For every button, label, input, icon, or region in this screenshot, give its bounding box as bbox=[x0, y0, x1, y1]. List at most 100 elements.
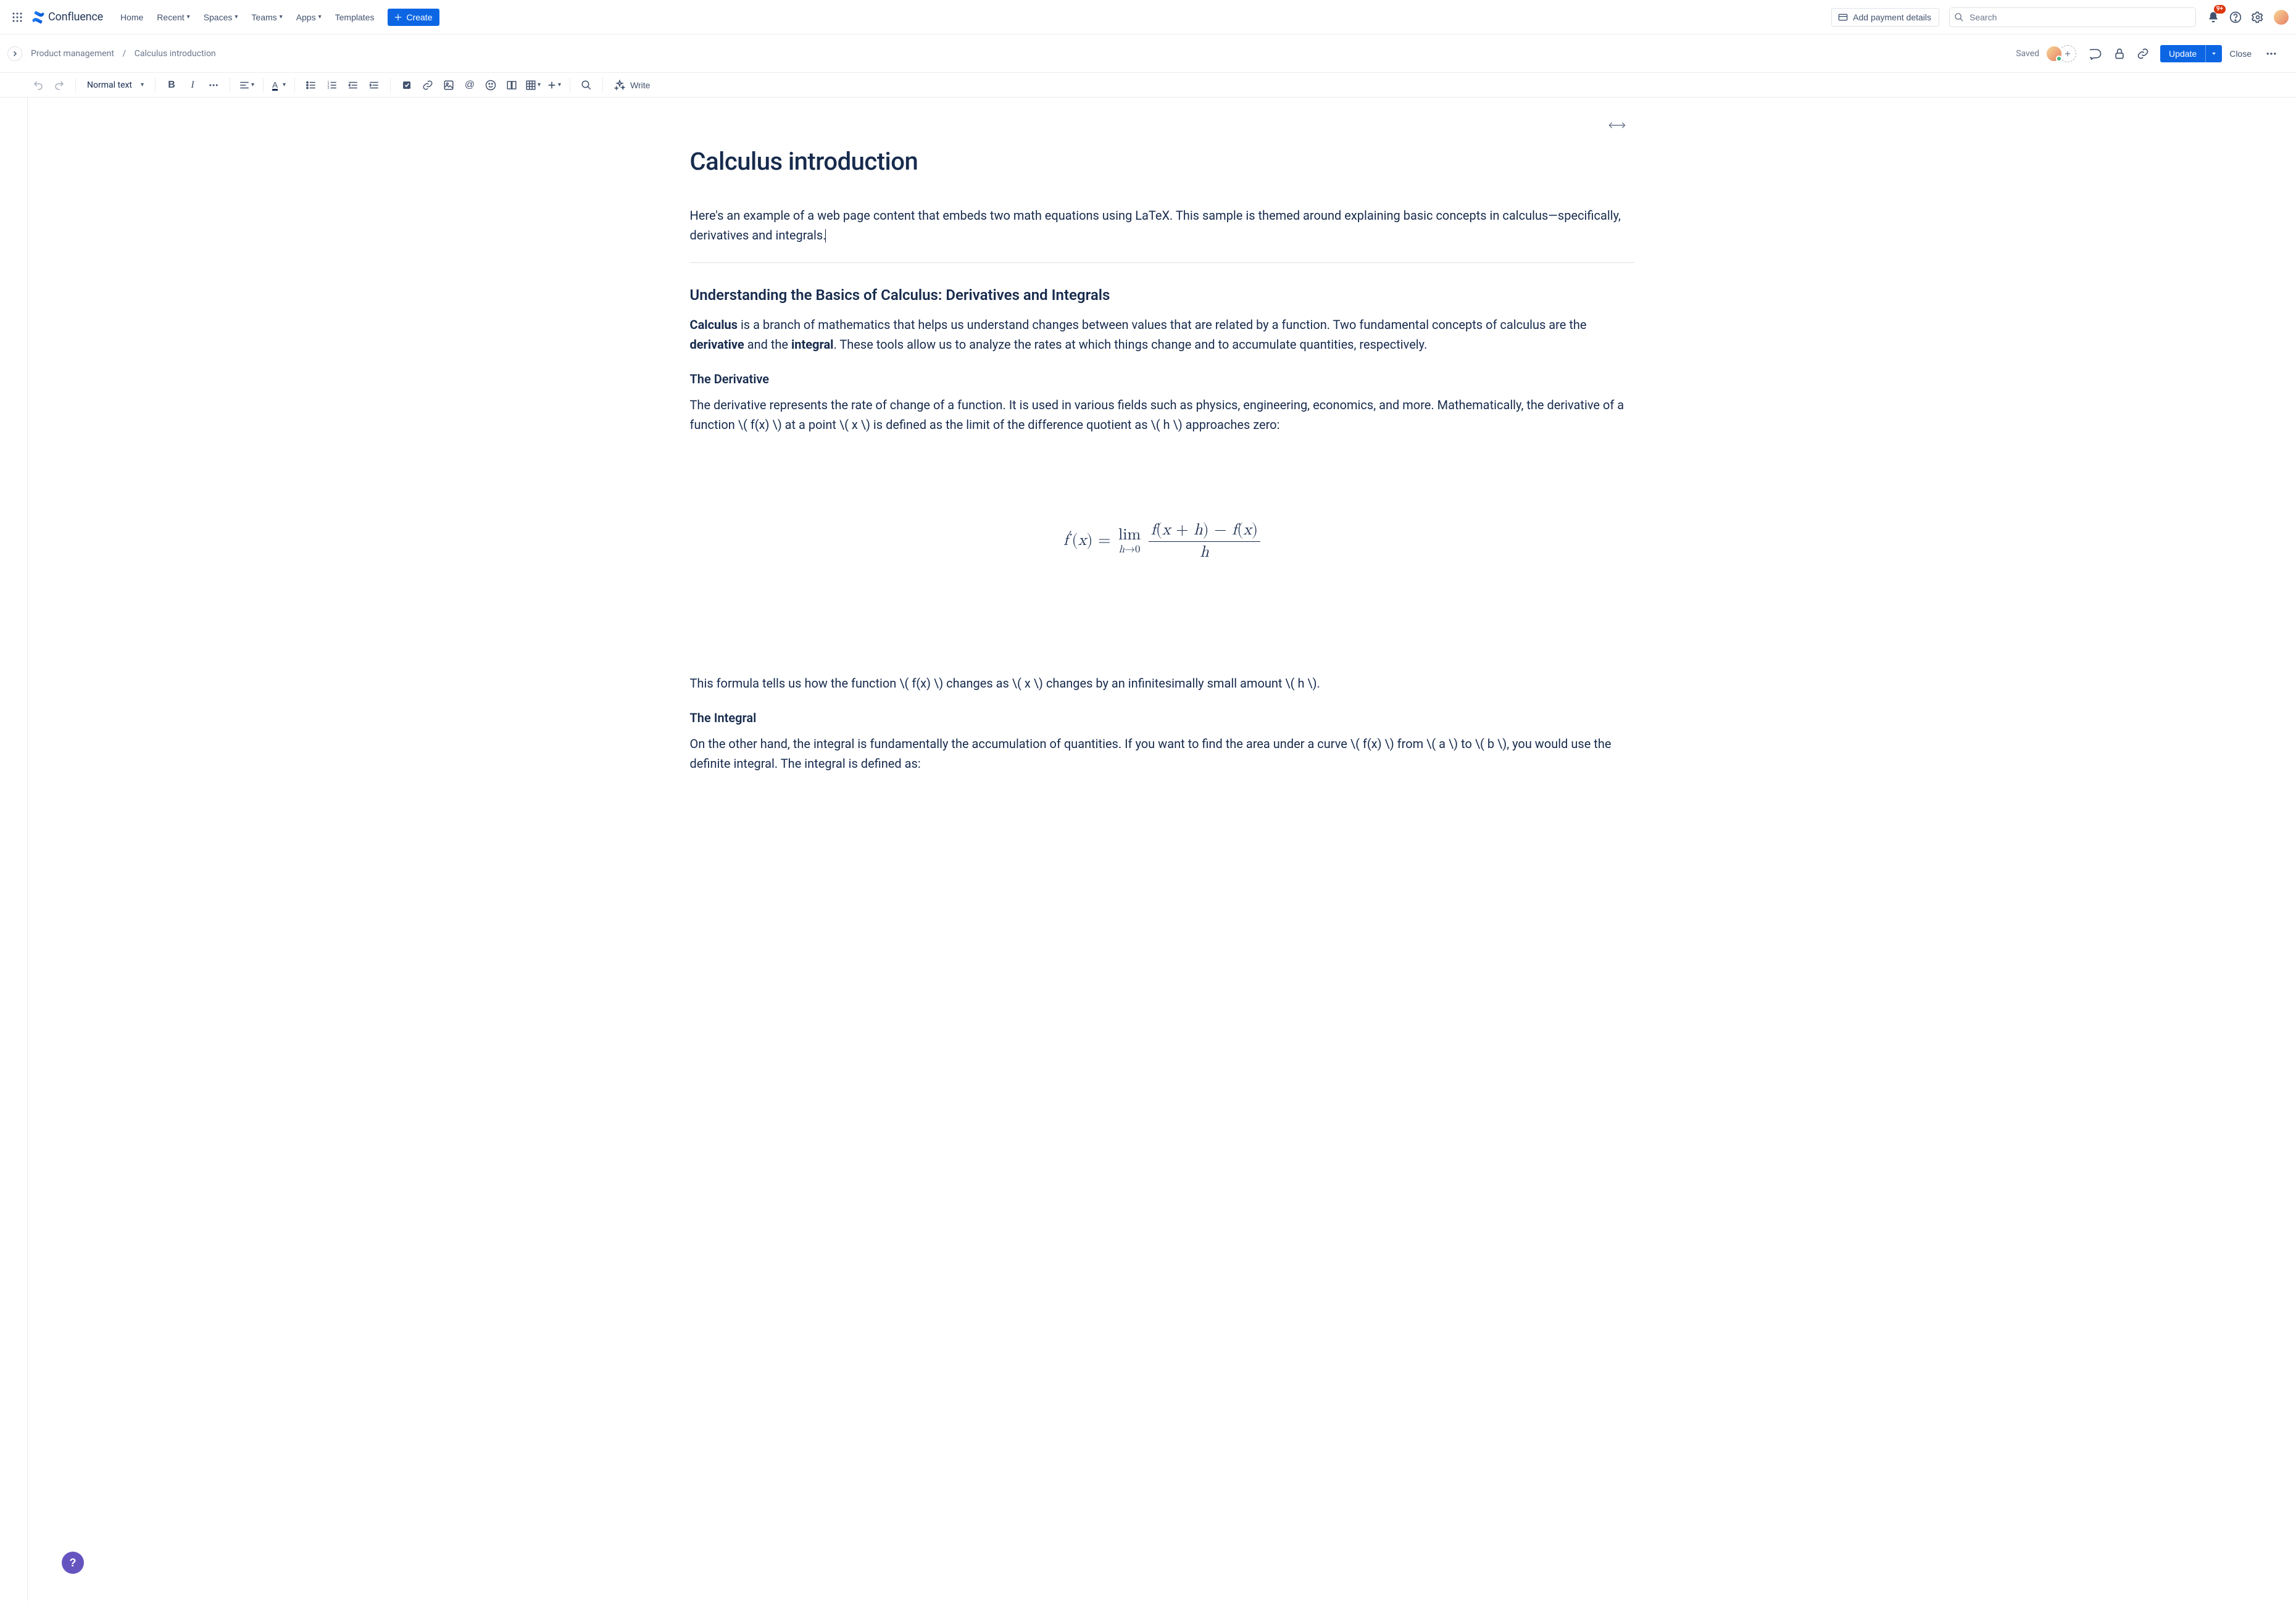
image-icon bbox=[443, 80, 454, 91]
subsection-heading[interactable]: The Integral bbox=[690, 710, 1634, 725]
text-cursor bbox=[825, 229, 826, 243]
nav-templates[interactable]: Templates bbox=[329, 9, 381, 26]
chevron-right-icon bbox=[11, 50, 19, 57]
intro-paragraph[interactable]: Here's an example of a web page content … bbox=[690, 206, 1634, 245]
text-style-select[interactable]: Normal text ▾ bbox=[82, 78, 149, 93]
more-formatting-button[interactable] bbox=[204, 75, 223, 95]
chevron-down-icon: ▾ bbox=[251, 81, 254, 88]
plus-icon bbox=[2063, 49, 2072, 58]
align-button[interactable]: ▾ bbox=[236, 75, 257, 95]
layouts-button[interactable] bbox=[502, 75, 522, 95]
emoji-icon bbox=[485, 80, 496, 91]
close-button[interactable]: Close bbox=[2222, 45, 2259, 62]
chevron-down-icon: ▾ bbox=[558, 81, 561, 88]
more-horizontal-icon bbox=[208, 80, 219, 91]
search-icon bbox=[1954, 12, 1964, 22]
redo-button[interactable] bbox=[49, 75, 69, 95]
undo-button[interactable] bbox=[28, 75, 48, 95]
image-button[interactable] bbox=[439, 75, 459, 95]
body-paragraph[interactable]: This formula tells us how the function \… bbox=[690, 673, 1634, 693]
divider bbox=[690, 262, 1634, 263]
help-icon bbox=[2229, 11, 2242, 23]
comments-button[interactable] bbox=[2086, 44, 2106, 64]
link-button[interactable] bbox=[418, 75, 438, 95]
text-color-button[interactable]: A ▾ bbox=[270, 75, 288, 95]
help-fab[interactable]: ? bbox=[62, 1552, 84, 1574]
page-title[interactable]: Calculus introduction bbox=[690, 147, 1634, 176]
numbered-list-icon: 123 bbox=[327, 80, 338, 91]
chevron-down-icon: ▾ bbox=[280, 14, 283, 20]
nav-apps[interactable]: Apps▾ bbox=[290, 9, 328, 26]
mention-button[interactable]: @ bbox=[460, 75, 480, 95]
numbered-list-button[interactable]: 123 bbox=[322, 75, 342, 95]
question-icon: ? bbox=[70, 1557, 77, 1570]
add-payment-button[interactable]: Add payment details bbox=[1831, 8, 1939, 27]
find-replace-button[interactable] bbox=[576, 75, 596, 95]
breadcrumb-space[interactable]: Product management bbox=[31, 49, 114, 59]
body-paragraph[interactable]: The derivative represents the rate of ch… bbox=[690, 395, 1634, 435]
brand-name: Confluence bbox=[48, 10, 103, 23]
expand-sidebar-button[interactable] bbox=[7, 46, 22, 61]
more-horizontal-icon bbox=[2265, 48, 2277, 60]
bold-button[interactable]: B bbox=[162, 75, 181, 95]
equation-block[interactable]: f′(x) = lim h→0 f(x + h) − f(x) h bbox=[690, 521, 1634, 562]
editor-avatar[interactable] bbox=[2045, 45, 2063, 62]
body-paragraph[interactable]: On the other hand, the integral is funda… bbox=[690, 734, 1634, 773]
italic-icon: I bbox=[191, 80, 194, 91]
chevron-down-icon: ▾ bbox=[538, 81, 541, 88]
outdent-button[interactable] bbox=[343, 75, 363, 95]
layouts-icon bbox=[506, 80, 517, 91]
indent-icon bbox=[368, 80, 380, 91]
search-input[interactable] bbox=[1949, 7, 2196, 27]
indent-button[interactable] bbox=[364, 75, 384, 95]
confluence-logo[interactable]: Confluence bbox=[30, 10, 107, 25]
outdent-icon bbox=[347, 80, 359, 91]
more-actions-button[interactable] bbox=[2261, 44, 2281, 64]
credit-card-icon bbox=[1838, 12, 1848, 22]
editor-scroll[interactable]: Calculus introduction Here's an example … bbox=[0, 98, 2296, 1601]
breadcrumb-page[interactable]: Calculus introduction bbox=[135, 49, 216, 59]
nav-recent[interactable]: Recent▾ bbox=[151, 9, 196, 26]
insert-button[interactable]: ▾ bbox=[544, 75, 564, 95]
lock-icon bbox=[2113, 48, 2126, 60]
app-switcher-icon[interactable] bbox=[7, 7, 27, 27]
chevron-down-icon: ▾ bbox=[141, 81, 144, 88]
subsection-heading[interactable]: The Derivative bbox=[690, 372, 1634, 386]
plus-icon bbox=[394, 13, 402, 22]
top-nav: Confluence Home Recent▾ Spaces▾ Teams▾ A… bbox=[0, 0, 2296, 35]
emoji-button[interactable] bbox=[481, 75, 501, 95]
profile-avatar[interactable] bbox=[2274, 10, 2289, 25]
link-icon bbox=[2137, 48, 2149, 60]
notif-badge: 9+ bbox=[2214, 5, 2226, 14]
nav-spaces[interactable]: Spaces▾ bbox=[198, 9, 244, 26]
nav-links: Home Recent▾ Spaces▾ Teams▾ Apps▾ Templa… bbox=[114, 9, 381, 26]
help-button[interactable] bbox=[2226, 7, 2245, 27]
update-button[interactable]: Update bbox=[2160, 45, 2205, 62]
sparkle-icon bbox=[614, 80, 625, 91]
update-dropdown[interactable] bbox=[2205, 45, 2222, 62]
breadcrumb-bar: Product management / Calculus introducti… bbox=[0, 35, 2296, 73]
create-button[interactable]: Create bbox=[388, 9, 439, 26]
copy-link-button[interactable] bbox=[2133, 44, 2153, 64]
confluence-logo-icon bbox=[31, 10, 46, 25]
search-icon bbox=[581, 80, 592, 91]
ai-write-button[interactable]: Write bbox=[609, 77, 655, 93]
chevron-down-icon: ▾ bbox=[187, 14, 190, 20]
nav-teams[interactable]: Teams▾ bbox=[245, 9, 288, 26]
section-heading[interactable]: Understanding the Basics of Calculus: De… bbox=[690, 286, 1634, 304]
italic-button[interactable]: I bbox=[183, 75, 202, 95]
table-button[interactable]: ▾ bbox=[523, 75, 543, 95]
settings-button[interactable] bbox=[2248, 7, 2268, 27]
search-wrap bbox=[1949, 7, 2196, 27]
editors-avatars bbox=[2045, 45, 2076, 62]
nav-home[interactable]: Home bbox=[114, 9, 149, 26]
body-paragraph[interactable]: Calculus is a branch of mathematics that… bbox=[690, 315, 1634, 354]
request-changes-button[interactable] bbox=[2110, 44, 2129, 64]
bullet-list-button[interactable] bbox=[301, 75, 321, 95]
table-icon bbox=[525, 80, 536, 91]
bullet-list-icon bbox=[306, 80, 317, 91]
action-item-button[interactable] bbox=[397, 75, 417, 95]
document[interactable]: Calculus introduction Here's an example … bbox=[690, 98, 1634, 897]
editor-toolbar: Normal text ▾ B I ▾ A ▾ 123 @ ▾ ▾ Write bbox=[0, 73, 2296, 98]
page-width-handle[interactable] bbox=[1608, 121, 1626, 130]
